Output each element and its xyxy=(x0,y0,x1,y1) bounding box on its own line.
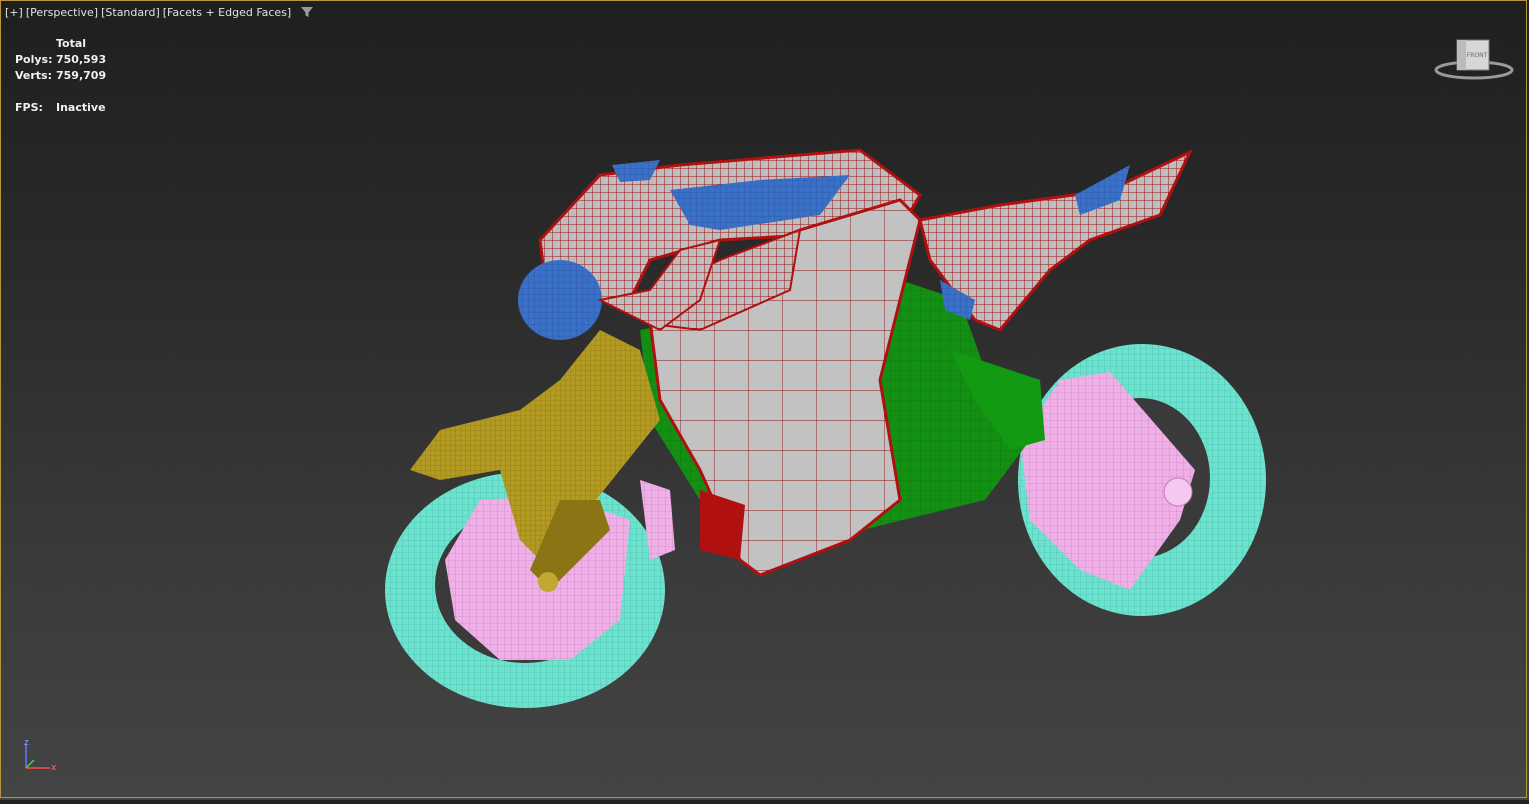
viewport-display-mode-menu[interactable]: [Facets + Edged Faces] xyxy=(163,6,291,19)
polys-value: 750,593 xyxy=(56,53,107,66)
axis-tripod: z x xyxy=(24,738,57,773)
viewport-point-of-view-menu[interactable]: [Perspective] xyxy=(26,6,98,19)
fps-label: FPS: xyxy=(15,101,43,114)
viewcube-face-label: FRONT xyxy=(1467,52,1488,59)
statistics-overlay: Total Polys: 750,593 Verts: 759,709 FPS: In… xyxy=(15,36,106,116)
polys-label: Polys: xyxy=(15,53,53,66)
tail-section xyxy=(918,148,1194,332)
filter-icon[interactable] xyxy=(300,5,314,19)
viewport-plus-menu[interactable]: [+] xyxy=(5,6,23,19)
viewport-label-menu: [+] [Perspective] [Standard] [Facets + E… xyxy=(5,5,314,19)
motorcycle-model-scene[interactable] xyxy=(0,0,1529,800)
axis-z-label: z xyxy=(24,738,29,748)
verts-label: Verts: xyxy=(15,69,53,82)
stats-header: Total xyxy=(56,37,87,50)
rear-wheel xyxy=(1018,344,1266,616)
axis-x-label: x xyxy=(51,763,57,773)
verts-value: 759,709 xyxy=(56,69,107,82)
viewcube-icon[interactable]: FRONT xyxy=(1432,36,1516,82)
viewport-shading-preset-menu[interactable]: [Standard] xyxy=(101,6,160,19)
fps-value: Inactive xyxy=(56,101,106,114)
